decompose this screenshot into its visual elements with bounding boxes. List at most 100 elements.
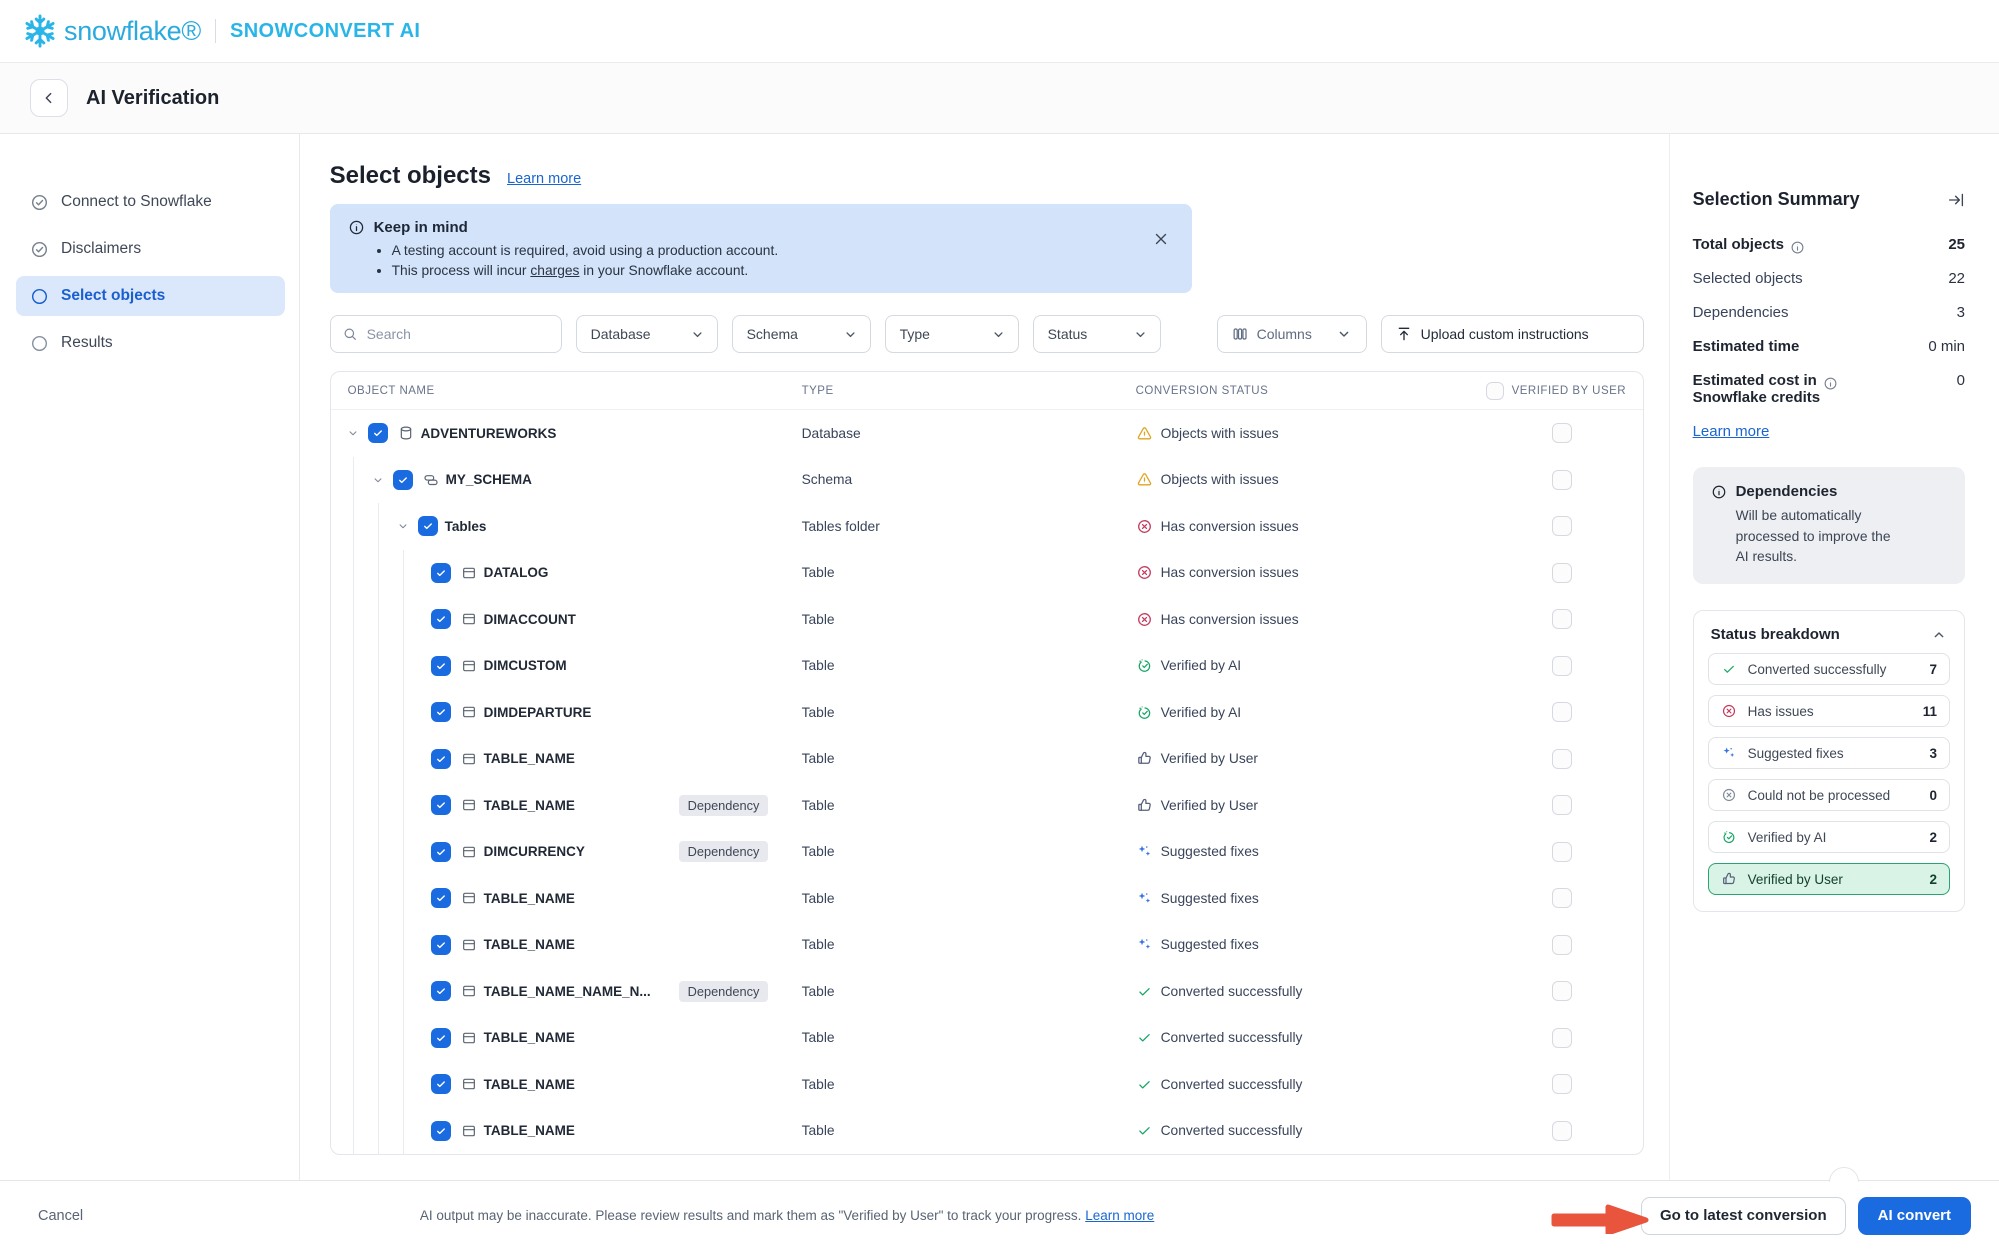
table-row[interactable]: TABLE_NAME Table Converted successfully xyxy=(331,1108,1643,1155)
verified-header-checkbox[interactable] xyxy=(1486,382,1504,400)
verified-by-user-checkbox[interactable] xyxy=(1552,609,1572,629)
row-checkbox[interactable] xyxy=(431,888,451,908)
filter-dropdown-database[interactable]: Database xyxy=(576,315,718,353)
search-input[interactable] xyxy=(330,315,562,353)
go-to-latest-conversion-button[interactable]: Go to latest conversion xyxy=(1641,1197,1846,1235)
tree-expand-icon[interactable] xyxy=(371,473,385,487)
row-checkbox[interactable] xyxy=(431,1074,451,1094)
back-button[interactable] xyxy=(30,79,68,117)
sidebar-item-disclaimers[interactable]: Disclaimers xyxy=(16,229,285,269)
dependency-badge: Dependency xyxy=(679,981,769,1002)
object-type-icon xyxy=(461,611,477,627)
table-header-row: OBJECT NAME TYPE CONVERSION STATUS VERIF… xyxy=(331,372,1643,410)
columns-button[interactable]: Columns xyxy=(1217,315,1367,353)
status-breakdown-item-verified-user[interactable]: Verified by User 2 xyxy=(1708,863,1950,895)
upload-instructions-button[interactable]: Upload custom instructions xyxy=(1381,315,1644,353)
status-icon xyxy=(1136,1076,1153,1093)
status-breakdown-item-error[interactable]: Has issues 11 xyxy=(1708,695,1950,727)
table-row[interactable]: DIMCURRENCY Dependency Table Suggested f… xyxy=(331,829,1643,876)
ai-convert-button[interactable]: AI convert xyxy=(1858,1197,1971,1235)
summary-learn-more-link[interactable]: Learn more xyxy=(1693,423,1770,440)
tree-indent-guide xyxy=(353,689,354,736)
chevron-up-icon[interactable] xyxy=(1931,627,1947,643)
collapse-panel-icon[interactable] xyxy=(1947,191,1965,209)
stat-label: Total objects xyxy=(1693,236,1784,253)
status-label: Converted successfully xyxy=(1161,1030,1303,1045)
step-status-icon xyxy=(30,240,49,259)
cancel-button[interactable]: Cancel xyxy=(38,1208,83,1224)
filter-dropdown-status[interactable]: Status xyxy=(1033,315,1161,353)
table-row[interactable]: TABLE_NAME Dependency Table Verified by … xyxy=(331,782,1643,829)
row-checkbox[interactable] xyxy=(393,470,413,490)
status-breakdown-item-couldnot[interactable]: Could not be processed 0 xyxy=(1708,779,1950,811)
verified-by-user-checkbox[interactable] xyxy=(1552,470,1572,490)
tree-indent-guide xyxy=(378,503,379,550)
row-checkbox[interactable] xyxy=(431,795,451,815)
disclaimer-learn-more-link[interactable]: Learn more xyxy=(1085,1208,1154,1223)
sidebar-item-connect-to-snowflake[interactable]: Connect to Snowflake xyxy=(16,182,285,222)
table-row[interactable]: ADVENTUREWORKS Database Objects with iss… xyxy=(331,410,1643,457)
verified-by-user-checkbox[interactable] xyxy=(1552,423,1572,443)
row-checkbox[interactable] xyxy=(431,1121,451,1141)
status-breakdown-item-verified-ai[interactable]: Verified by AI 2 xyxy=(1708,821,1950,853)
verified-by-user-checkbox[interactable] xyxy=(1552,1074,1572,1094)
table-row[interactable]: DIMDEPARTURE Table Verified by AI xyxy=(331,689,1643,736)
filter-dropdown-schema[interactable]: Schema xyxy=(732,315,871,353)
row-checkbox[interactable] xyxy=(418,516,438,536)
table-row[interactable]: TABLE_NAME_NAME_N... Dependency Table Co… xyxy=(331,968,1643,1015)
floating-button-peek[interactable] xyxy=(1828,1167,1860,1182)
row-checkbox[interactable] xyxy=(431,1028,451,1048)
verified-by-user-checkbox[interactable] xyxy=(1552,842,1572,862)
table-row[interactable]: TABLE_NAME Table Converted successfully xyxy=(331,1015,1643,1062)
verified-by-user-checkbox[interactable] xyxy=(1552,795,1572,815)
status-breakdown-item-suggested[interactable]: Suggested fixes 3 xyxy=(1708,737,1950,769)
row-checkbox[interactable] xyxy=(431,935,451,955)
table-row[interactable]: DIMCUSTOM Table Verified by AI xyxy=(331,643,1643,690)
check-icon xyxy=(435,892,447,904)
table-row[interactable]: TABLE_NAME Table Suggested fixes xyxy=(331,875,1643,922)
filter-dropdown-type[interactable]: Type xyxy=(885,315,1019,353)
table-row[interactable]: Tables Tables folder Has conversion issu… xyxy=(331,503,1643,550)
row-checkbox[interactable] xyxy=(431,702,451,722)
table-row[interactable]: TABLE_NAME Table Verified by User xyxy=(331,736,1643,783)
verified-by-user-checkbox[interactable] xyxy=(1552,702,1572,722)
row-checkbox[interactable] xyxy=(431,981,451,1001)
learn-more-link[interactable]: Learn more xyxy=(507,171,581,187)
row-checkbox[interactable] xyxy=(431,563,451,583)
section-title: Select objects xyxy=(330,162,491,190)
charges-link[interactable]: charges xyxy=(530,263,579,278)
tree-indent-guide xyxy=(353,1108,354,1155)
verified-by-user-checkbox[interactable] xyxy=(1552,656,1572,676)
banner-bullets: A testing account is required, avoid usi… xyxy=(392,243,1144,278)
table-row[interactable]: DATALOG Table Has conversion issues xyxy=(331,550,1643,597)
verified-by-user-checkbox[interactable] xyxy=(1552,981,1572,1001)
sidebar-item-results[interactable]: Results xyxy=(16,323,285,363)
row-checkbox[interactable] xyxy=(431,749,451,769)
status-breakdown-item-success[interactable]: Converted successfully 7 xyxy=(1708,653,1950,685)
verified-by-user-checkbox[interactable] xyxy=(1552,935,1572,955)
table-row[interactable]: DIMACCOUNT Table Has conversion issues xyxy=(331,596,1643,643)
row-checkbox[interactable] xyxy=(368,423,388,443)
status-icon xyxy=(1136,564,1153,581)
row-checkbox[interactable] xyxy=(431,656,451,676)
info-icon[interactable] xyxy=(1823,376,1838,391)
info-icon[interactable] xyxy=(1790,240,1805,255)
tree-indent-guide xyxy=(378,875,379,922)
row-checkbox[interactable] xyxy=(431,842,451,862)
verified-by-user-checkbox[interactable] xyxy=(1552,1028,1572,1048)
verified-by-user-checkbox[interactable] xyxy=(1552,516,1572,536)
summary-stat-row: Estimated time 0 min xyxy=(1693,338,1965,355)
stat-label: Estimated cost in xyxy=(1693,372,1817,389)
tree-expand-icon[interactable] xyxy=(346,426,360,440)
close-icon[interactable] xyxy=(1152,230,1170,248)
verified-by-user-checkbox[interactable] xyxy=(1552,888,1572,908)
table-row[interactable]: TABLE_NAME Table Suggested fixes xyxy=(331,922,1643,969)
sidebar-item-select-objects[interactable]: Select objects xyxy=(16,276,285,316)
tree-expand-icon[interactable] xyxy=(396,519,410,533)
row-checkbox[interactable] xyxy=(431,609,451,629)
table-row[interactable]: MY_SCHEMA Schema Objects with issues xyxy=(331,457,1643,504)
verified-by-user-checkbox[interactable] xyxy=(1552,563,1572,583)
table-row[interactable]: TABLE_NAME Table Converted successfully xyxy=(331,1061,1643,1108)
verified-by-user-checkbox[interactable] xyxy=(1552,749,1572,769)
verified-by-user-checkbox[interactable] xyxy=(1552,1121,1572,1141)
